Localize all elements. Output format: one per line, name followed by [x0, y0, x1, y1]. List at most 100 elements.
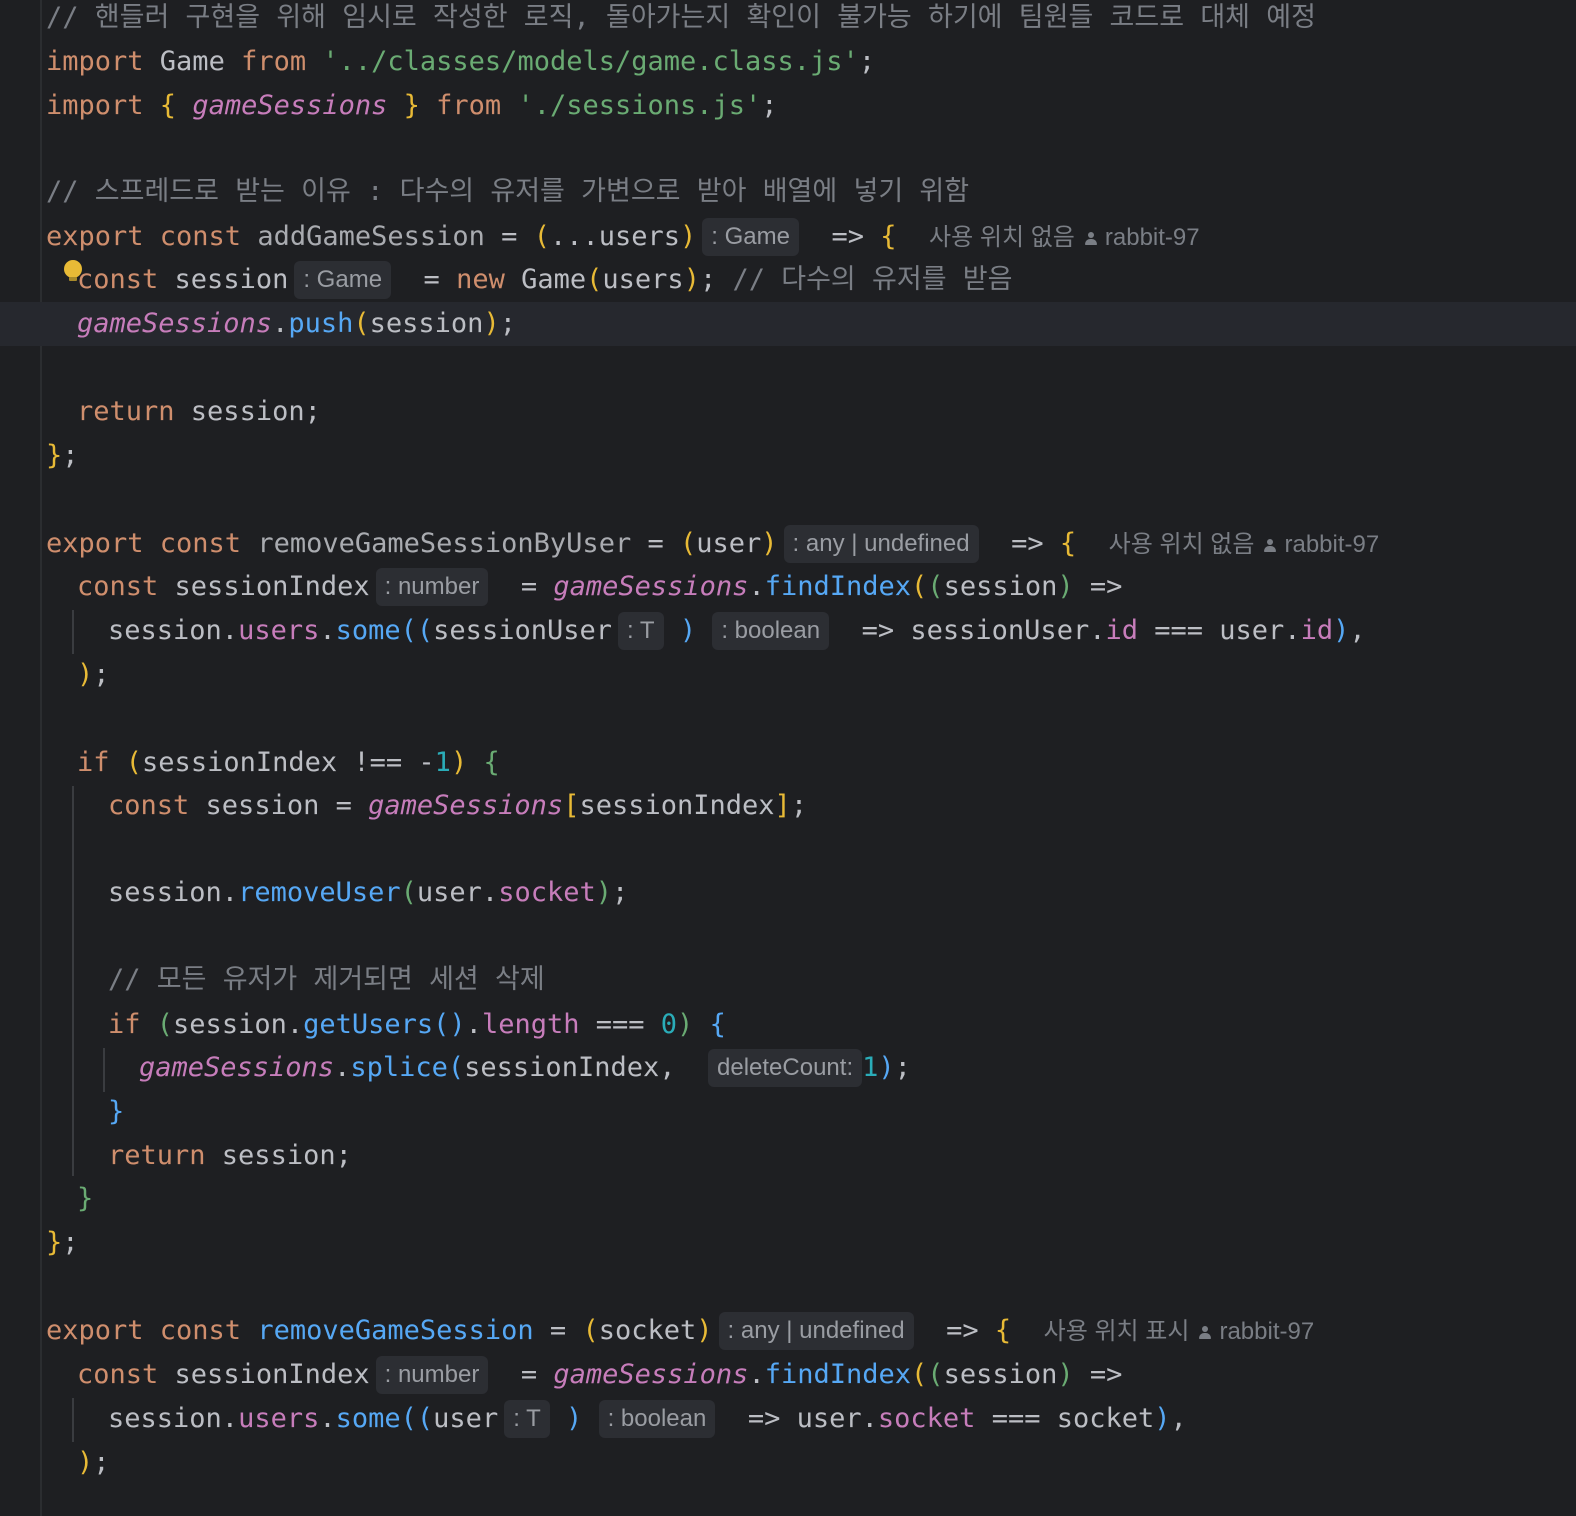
code-line[interactable]: const session = gameSessions[sessionInde…	[0, 784, 1576, 828]
identifier: removeGameSessionByUser	[257, 528, 632, 559]
identifier: session	[369, 308, 484, 339]
code-line[interactable]: if (session.getUsers().length === 0) {	[0, 1003, 1576, 1047]
code-line[interactable]: };	[0, 1221, 1576, 1265]
type-hint: : any | undefined	[718, 1312, 914, 1350]
code-line[interactable]: export const removeGameSession = (socket…	[0, 1309, 1576, 1353]
code-line-current[interactable]: gameSessions.push(session);	[0, 302, 1576, 346]
code-line[interactable]: };	[0, 434, 1576, 478]
identifier: session	[108, 615, 222, 646]
code-line[interactable]: );	[0, 653, 1576, 697]
usages-lens[interactable]: 사용 위치 없음	[929, 224, 1075, 251]
usages-lens[interactable]: 사용 위치 표시	[1044, 1318, 1190, 1345]
identifier: user	[433, 1403, 499, 1434]
code-line[interactable]: const sessionIndex: number = gameSession…	[0, 565, 1576, 609]
identifier: users	[238, 1403, 320, 1434]
identifier: id	[1105, 615, 1138, 646]
code-line[interactable]: session.users.some((sessionUser: T ) : b…	[0, 609, 1576, 653]
author-lens[interactable]: rabbit-97	[1284, 531, 1379, 558]
usages-lens[interactable]: 사용 위치 없음	[1109, 531, 1255, 558]
identifier: getUsers	[303, 1009, 434, 1040]
code-line[interactable]: gameSessions.splice(sessionIndex, delete…	[0, 1046, 1576, 1090]
identifier: findIndex	[764, 1359, 912, 1390]
identifier: gameSessions	[139, 1052, 335, 1083]
param-hint: deleteCount:	[708, 1049, 863, 1087]
identifier: session	[221, 1140, 336, 1171]
identifier: push	[288, 308, 354, 339]
identifier: session	[190, 396, 305, 427]
identifier: gameSessions	[553, 1359, 749, 1390]
code-line[interactable]: // 핸들러 구현을 위해 임시로 작성한 로직, 돌아가는지 확인이 불가능 …	[0, 0, 1576, 40]
identifier: session	[205, 790, 320, 821]
identifier: splice	[350, 1052, 448, 1083]
code-line[interactable]: return session;	[0, 390, 1576, 434]
code-line[interactable]: export const addGameSession = (...users)…	[0, 215, 1576, 259]
author-lens[interactable]: rabbit-97	[1219, 1318, 1314, 1345]
identifier: id	[1300, 615, 1334, 646]
identifier: Game	[521, 264, 587, 295]
type-hint: : number	[375, 1356, 489, 1394]
code-line[interactable]: session.removeUser(user.socket);	[0, 871, 1576, 915]
identifier: some	[335, 1403, 401, 1434]
identifier: gameSessions	[368, 790, 564, 821]
code-line[interactable]: const session: Game = new Game(users); /…	[0, 258, 1576, 302]
number-literal: 1	[862, 1052, 879, 1083]
type-hint: : boolean	[712, 612, 830, 650]
identifier: length	[481, 1009, 580, 1040]
identifier: addGameSession	[257, 221, 485, 252]
import-path: '../classes/models/game.class.js'	[322, 46, 859, 77]
code-line[interactable]: import Game from '../classes/models/game…	[0, 40, 1576, 84]
import-path: './sessions.js'	[517, 90, 762, 121]
identifier: sessionIndex	[579, 790, 775, 821]
identifier: Game	[159, 46, 225, 77]
type-hint: : T	[617, 612, 664, 650]
code-line[interactable]: session.users.some((user: T ) : boolean …	[0, 1397, 1576, 1441]
author-icon	[1199, 1326, 1212, 1340]
identifier: gameSessions	[77, 308, 273, 339]
identifier: users	[602, 264, 684, 295]
identifier: socket	[498, 877, 596, 908]
identifier: session	[174, 264, 289, 295]
code-line[interactable]: // 모든 유저가 제거되면 세션 삭제	[0, 958, 1576, 1002]
identifier: session	[943, 1359, 1058, 1390]
identifier: sessionIndex	[142, 747, 338, 778]
comment: // 핸들러 구현을 위해 임시로 작성한 로직, 돌아가는지 확인이 불가능 …	[46, 2, 1316, 33]
code-line[interactable]: return session;	[0, 1134, 1576, 1178]
identifier: socket	[1056, 1403, 1155, 1434]
author-icon	[1264, 539, 1277, 553]
identifier: findIndex	[764, 571, 912, 602]
comment: // 스프레드로 받는 이유 : 다수의 유저를 가변으로 받아 배열에 넣기 …	[46, 176, 970, 207]
identifier: session	[108, 1403, 222, 1434]
identifier: session	[943, 571, 1058, 602]
identifier: session	[173, 1009, 287, 1040]
type-hint: : any | undefined	[783, 525, 979, 563]
type-hint: : boolean	[598, 1400, 716, 1438]
comment: // 모든 유저가 제거되면 세션 삭제	[108, 964, 545, 995]
code-line[interactable]: }	[0, 1177, 1576, 1221]
code-line[interactable]: if (sessionIndex !== -1) {	[0, 741, 1576, 785]
identifier: users	[238, 615, 320, 646]
identifier: user	[1219, 615, 1285, 646]
identifier: session	[108, 877, 222, 908]
code-line[interactable]: import { gameSessions } from './sessions…	[0, 84, 1576, 128]
code-line[interactable]: );	[0, 1441, 1576, 1485]
identifier: some	[335, 615, 401, 646]
identifier: socket	[598, 1315, 697, 1346]
identifier: user	[416, 877, 482, 908]
type-hint: : T	[504, 1400, 550, 1438]
number-literal: 0	[660, 1009, 678, 1040]
identifier: removeGameSession	[257, 1315, 534, 1346]
author-icon	[1084, 232, 1097, 246]
code-line[interactable]: export const removeGameSessionByUser = (…	[0, 522, 1576, 566]
code-line[interactable]: }	[0, 1090, 1576, 1134]
identifier: sessionUser	[433, 615, 612, 646]
author-lens[interactable]: rabbit-97	[1105, 224, 1200, 251]
code-line[interactable]: const sessionIndex: number = gameSession…	[0, 1353, 1576, 1397]
code-line[interactable]: // 스프레드로 받는 이유 : 다수의 유저를 가변으로 받아 배열에 넣기 …	[0, 170, 1576, 214]
identifier: sessionUser	[910, 615, 1090, 646]
identifier: gameSessions	[192, 90, 388, 121]
identifier: gameSessions	[553, 571, 749, 602]
identifier: sessionIndex	[174, 571, 370, 602]
code-editor[interactable]: // 핸들러 구현을 위해 임시로 작성한 로직, 돌아가는지 확인이 불가능 …	[0, 0, 1576, 1516]
number-literal: 1	[434, 747, 451, 778]
comment: // 다수의 유저를 받음	[732, 264, 1013, 295]
